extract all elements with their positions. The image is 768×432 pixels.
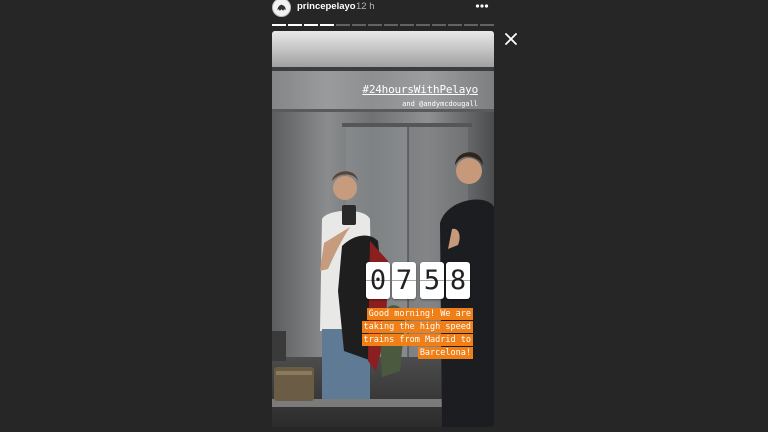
story-viewer: princepelayo 12 h #24hoursWithPelayo and… <box>0 0 768 432</box>
hashtag-sticker[interactable]: #24hoursWithPelayo <box>362 83 478 96</box>
progress-segment <box>320 24 334 26</box>
progress-segment <box>304 24 318 26</box>
progress-segment <box>384 24 398 26</box>
clock-digit: 8 <box>446 262 470 299</box>
clock-hours: 0 7 <box>366 262 416 299</box>
progress-segment <box>400 24 414 26</box>
time-sticker: 0 7 5 8 <box>366 262 470 299</box>
progress-segment <box>432 24 446 26</box>
username[interactable]: princepelayo <box>297 1 356 12</box>
caption-line: taking the high speed <box>361 321 473 333</box>
progress-segment <box>368 24 382 26</box>
clock-digit: 7 <box>392 262 416 299</box>
progress-segment <box>416 24 430 26</box>
progress-segment <box>352 24 366 26</box>
caption-line: Barcelona! <box>417 347 473 359</box>
more-horizontal-icon[interactable] <box>475 0 489 12</box>
avatar[interactable] <box>272 0 291 17</box>
progress-segment <box>272 24 286 26</box>
progress-segment <box>448 24 462 26</box>
story-caption: Good morning! We are taking the high spe… <box>323 308 473 360</box>
progress-segment <box>288 24 302 26</box>
story-frame[interactable]: #24hoursWithPelayo and @andymcdougall 0 … <box>272 31 494 427</box>
progress-segment <box>480 24 494 26</box>
story-progress-bar <box>272 24 494 26</box>
caption-line: Good morning! We are <box>366 308 473 320</box>
progress-segment <box>336 24 350 26</box>
post-time: 12 h <box>356 1 375 12</box>
clock-digit: 5 <box>420 262 444 299</box>
mention-text[interactable]: and @andymcdougall <box>402 100 478 108</box>
story-header: princepelayo 12 h <box>272 0 494 18</box>
close-icon[interactable] <box>503 31 519 47</box>
progress-segment <box>464 24 478 26</box>
caption-line: trains from Madrid to <box>361 334 473 346</box>
clock-minutes: 5 8 <box>420 262 470 299</box>
clock-digit: 0 <box>366 262 390 299</box>
